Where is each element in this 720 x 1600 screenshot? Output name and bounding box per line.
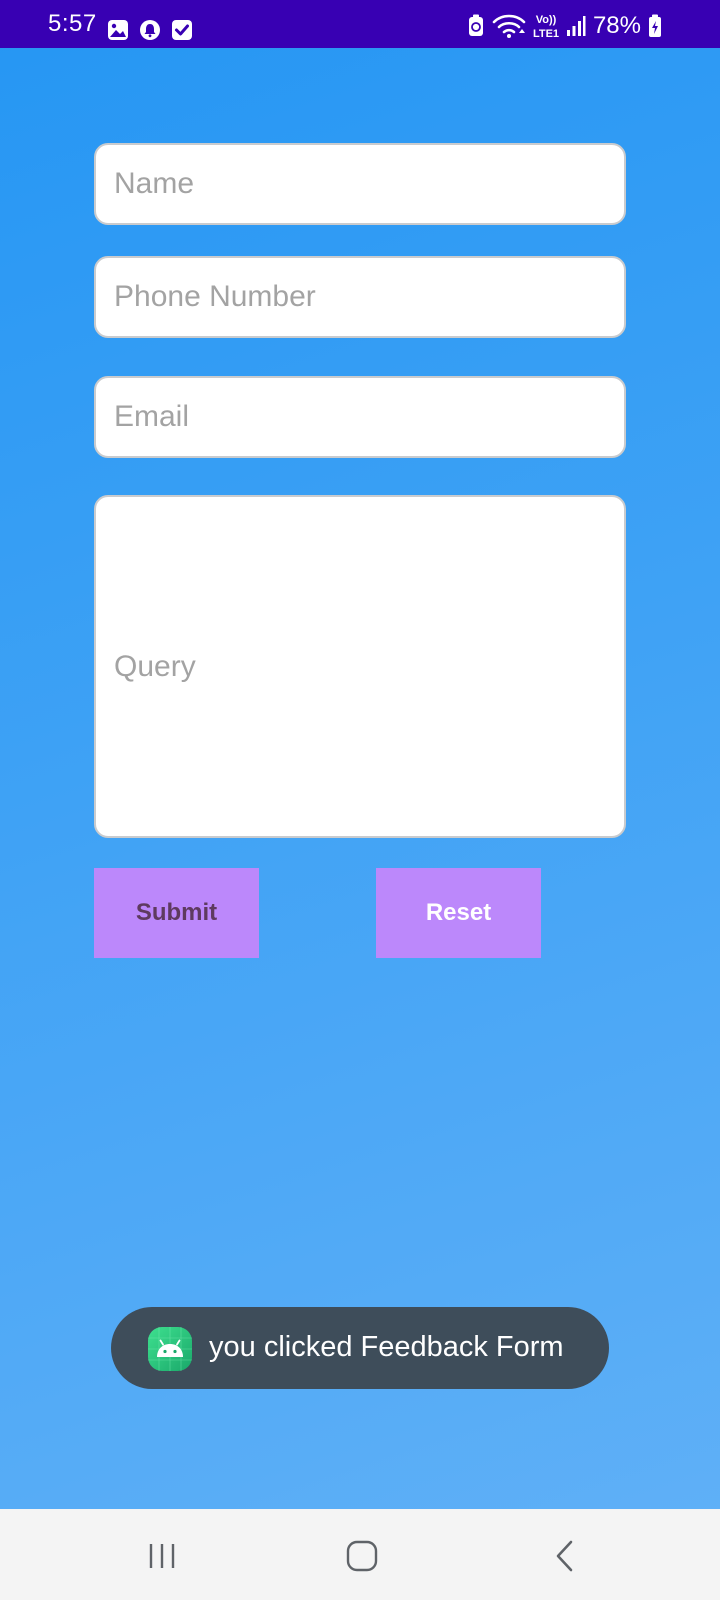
checkbox-icon (172, 20, 192, 40)
name-placeholder: Name (114, 167, 195, 200)
name-input[interactable]: Name (94, 143, 626, 225)
recycle-icon (468, 14, 483, 36)
battery-charging-icon (649, 14, 661, 37)
query-placeholder: Query (114, 650, 196, 683)
status-time: 5:57 (48, 10, 97, 37)
navigation-bar (0, 1509, 720, 1600)
toast-text: you clicked Feedback Form (209, 1331, 564, 1363)
reset-button[interactable]: Reset (376, 868, 541, 958)
submit-button[interactable]: Submit (94, 868, 259, 958)
system-icons: Vo)) LTE1 78% (467, 12, 662, 40)
toast-message: you clicked Feedback Form (111, 1307, 609, 1389)
email-placeholder: Email (114, 400, 190, 433)
battery-percent: 78% (592, 12, 641, 39)
home-button[interactable] (337, 1531, 387, 1581)
query-textarea[interactable]: Query (94, 495, 626, 838)
notification-icons (107, 19, 193, 41)
wifi-icon (492, 14, 526, 38)
svg-text:Vo)): Vo)) (536, 14, 557, 26)
home-icon (346, 1540, 378, 1572)
alert-icon (140, 20, 160, 40)
phone-number-placeholder: Phone Number (114, 280, 316, 313)
recents-button[interactable] (137, 1531, 187, 1581)
status-bar: 5:57 Vo)) LTE1 78% (0, 0, 720, 48)
lte-icon: Vo)) LTE1 (533, 14, 559, 40)
app-screen: 5:57 Vo)) LTE1 78% Name Phone Number Ema… (0, 0, 720, 1600)
email-input[interactable]: Email (94, 376, 626, 458)
android-app-icon (148, 1327, 192, 1371)
recents-icon (149, 1544, 175, 1568)
back-button[interactable] (540, 1531, 590, 1581)
gallery-icon (108, 20, 128, 40)
phone-number-input[interactable]: Phone Number (94, 256, 626, 338)
svg-text:LTE1: LTE1 (533, 28, 559, 40)
signal-icon (566, 16, 586, 36)
back-icon (556, 1540, 573, 1572)
